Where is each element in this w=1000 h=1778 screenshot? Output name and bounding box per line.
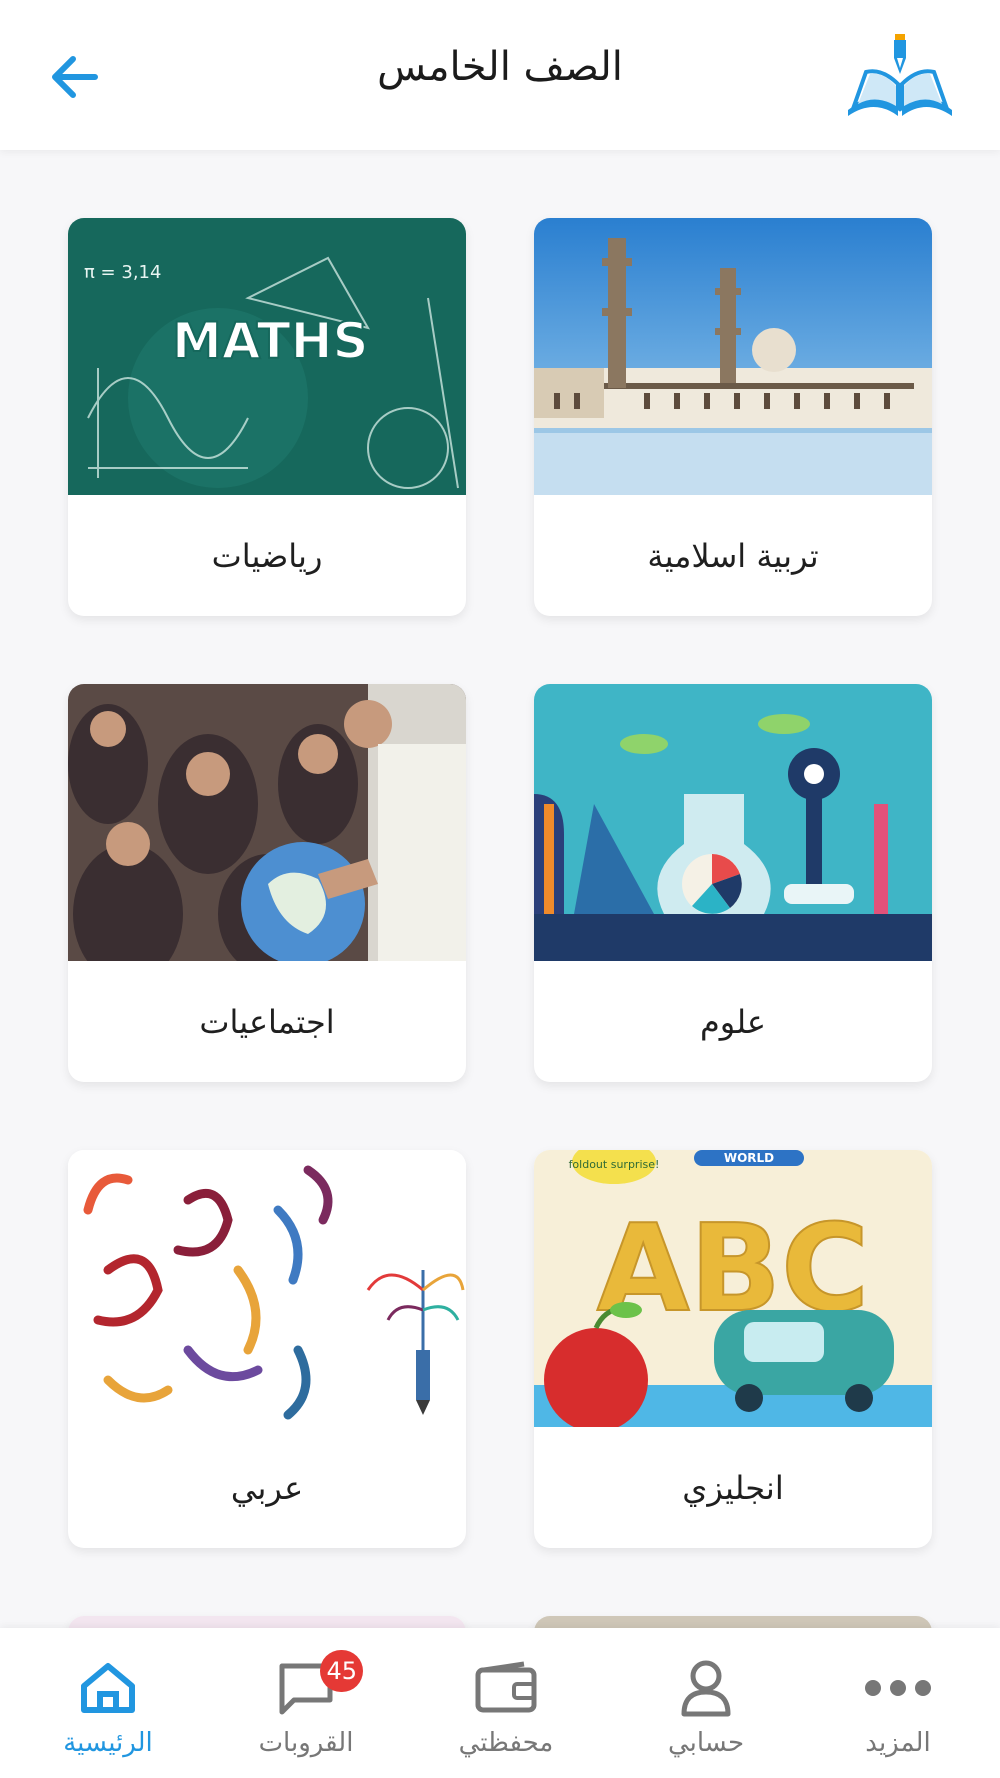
subject-image-social bbox=[68, 684, 466, 961]
subject-card-islamic[interactable]: تربية اسلامية bbox=[534, 218, 932, 616]
subject-image-science bbox=[534, 684, 932, 961]
subject-label: اجتماعيات bbox=[199, 1002, 335, 1041]
nav-item-home[interactable]: الرئيسية bbox=[8, 1628, 208, 1778]
home-icon bbox=[73, 1656, 143, 1720]
mosque-courtyard-image bbox=[534, 218, 932, 495]
arabic-letters-art-image bbox=[68, 1150, 466, 1427]
more-icon bbox=[863, 1656, 933, 1720]
nav-item-more[interactable]: المزيد bbox=[798, 1628, 998, 1778]
maths-chalkboard-image: π = 3,14 MATHS bbox=[68, 218, 466, 495]
app-logo bbox=[840, 28, 960, 123]
subject-label: رياضيات bbox=[211, 536, 323, 575]
app-root: الصف الخامس تربية اسلامية π = 3,14 MATHS… bbox=[0, 0, 1000, 1778]
abc-banner-text: foldout surprise! bbox=[569, 1158, 660, 1171]
bottom-nav: الرئيسية 45 القروبات محفظتي حسابي المزيد bbox=[0, 1628, 1000, 1778]
subject-label: علوم bbox=[699, 1002, 767, 1041]
subject-image-mosque bbox=[534, 218, 932, 495]
open-book-pen-logo bbox=[848, 34, 952, 116]
science-illustration-image bbox=[534, 684, 932, 961]
students-with-globe-image bbox=[68, 684, 466, 961]
nav-label-home: الرئيسية bbox=[63, 1728, 153, 1758]
header-bar: الصف الخامس bbox=[0, 0, 1000, 150]
user-icon bbox=[671, 1656, 741, 1720]
subject-card-arabic[interactable]: عربي bbox=[68, 1150, 466, 1548]
subject-label: تربية اسلامية bbox=[647, 536, 819, 575]
subject-image-english: foldout surprise! WORLD ABC bbox=[534, 1150, 932, 1427]
nav-label-groups: القروبات bbox=[258, 1728, 354, 1758]
nav-item-account[interactable]: حسابي bbox=[606, 1628, 806, 1778]
subject-label: انجليزي bbox=[682, 1468, 784, 1507]
chat-icon: 45 bbox=[271, 1650, 363, 1720]
subject-card-maths[interactable]: π = 3,14 MATHS رياضيات bbox=[68, 218, 466, 616]
subject-card-science[interactable]: علوم bbox=[534, 684, 932, 1082]
subject-card-social[interactable]: اجتماعيات bbox=[68, 684, 466, 1082]
groups-badge: 45 bbox=[320, 1650, 363, 1692]
abc-book-cover-image: foldout surprise! WORLD ABC bbox=[534, 1150, 932, 1427]
nav-label-account: حسابي bbox=[667, 1728, 745, 1758]
nav-label-more: المزيد bbox=[865, 1728, 931, 1758]
abc-world-text: WORLD bbox=[724, 1151, 774, 1165]
nav-item-wallet[interactable]: محفظتي bbox=[406, 1628, 606, 1778]
subject-card-english[interactable]: foldout surprise! WORLD ABC انجليزي bbox=[534, 1150, 932, 1548]
nav-item-groups[interactable]: 45 القروبات bbox=[206, 1628, 406, 1778]
maths-pi-text: π = 3,14 bbox=[84, 262, 161, 283]
subject-image-maths: π = 3,14 MATHS bbox=[68, 218, 466, 495]
subject-image-arabic bbox=[68, 1150, 466, 1427]
nav-label-wallet: محفظتي bbox=[458, 1728, 554, 1758]
wallet-icon bbox=[471, 1656, 541, 1720]
maths-title-text: MATHS bbox=[172, 312, 369, 370]
subject-label: عربي bbox=[230, 1468, 304, 1507]
